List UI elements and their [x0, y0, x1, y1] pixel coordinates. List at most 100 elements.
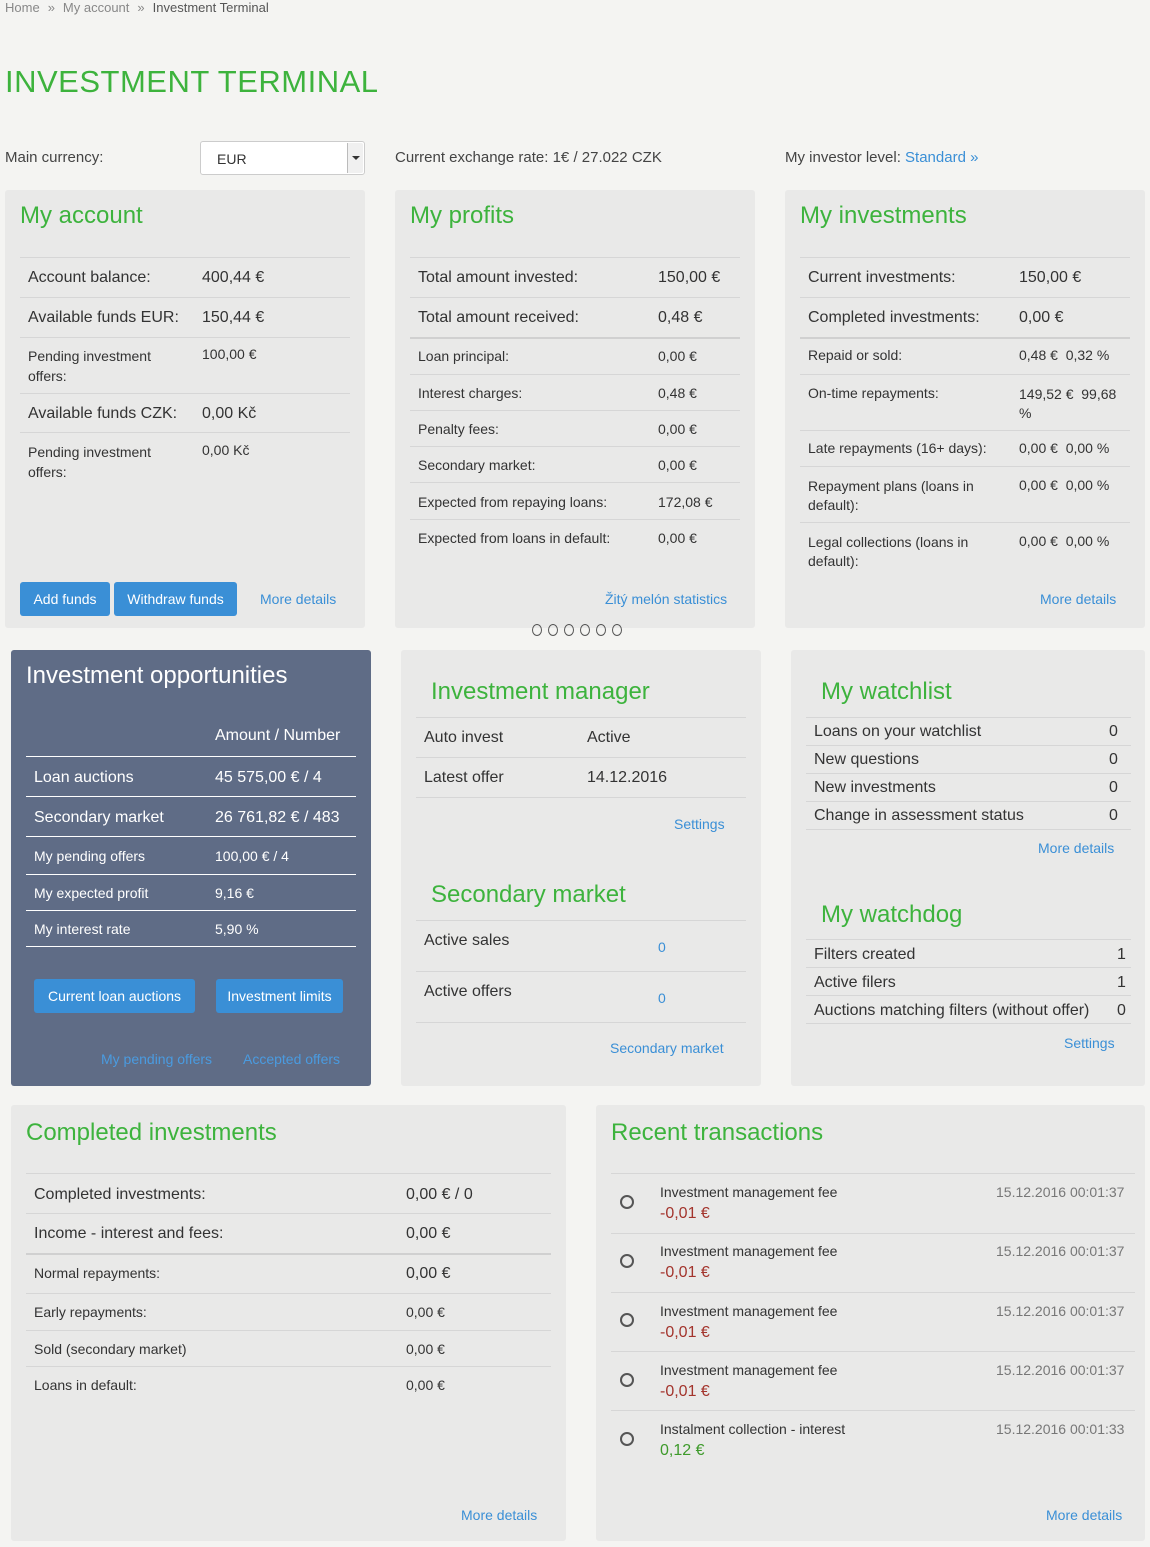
loan-principal-value: 0,00 €: [658, 348, 697, 364]
active-sales-label: Active sales: [424, 932, 510, 949]
my-investments-panel: My investments Current investments: 150,…: [785, 190, 1145, 628]
penalty-fees-value: 0,00 €: [658, 421, 697, 437]
completed-more-details[interactable]: More details: [461, 1507, 537, 1523]
accepted-offers-link[interactable]: Accepted offers: [243, 1051, 340, 1067]
repayment-plans-value: 0,00 € 0,00 %: [1019, 477, 1110, 493]
statistics-link[interactable]: Žitý melón statistics: [605, 591, 727, 607]
filters-created-label: Filters created: [814, 946, 916, 963]
transaction-date: 15.12.2016 00:01:37: [996, 1243, 1125, 1259]
transaction-date: 15.12.2016 00:01:33: [996, 1421, 1125, 1437]
my-profits-panel: My profits Total amount invested: 150,00…: [395, 190, 755, 628]
current-investments-value: 150,00 €: [1019, 269, 1082, 286]
new-investments-value: 0: [1109, 779, 1118, 796]
transaction-date: 15.12.2016 00:01:37: [996, 1362, 1125, 1378]
investment-manager-title: Investment manager: [431, 678, 650, 705]
pending-offers-eur-value: 100,00 €: [202, 346, 257, 362]
chevron-down-icon[interactable]: [347, 143, 363, 173]
transaction-amount: 0,12 €: [660, 1442, 705, 1459]
breadcrumb-my-account[interactable]: My account: [63, 0, 129, 15]
late-repayments-value: 0,00 € 0,00 %: [1019, 440, 1110, 456]
main-currency-value: EUR: [217, 151, 247, 167]
dot-icon[interactable]: [580, 624, 590, 636]
transaction-name: Investment management fee: [660, 1303, 838, 1319]
completed-investments-value: 0,00 €: [1019, 309, 1064, 326]
latest-offer-value: 14.12.2016: [587, 769, 668, 786]
my-account-title: My account: [20, 202, 143, 229]
current-loan-auctions-button[interactable]: Current loan auctions: [34, 979, 195, 1013]
completed-count-label: Completed investments:: [34, 1186, 206, 1203]
dot-icon[interactable]: [612, 624, 622, 636]
breadcrumb-home[interactable]: Home: [5, 0, 40, 15]
loan-principal-label: Loan principal:: [418, 348, 510, 364]
latest-offer-label: Latest offer: [424, 769, 504, 786]
available-czk-label: Available funds CZK:: [28, 405, 178, 422]
watchdog-settings[interactable]: Settings: [1064, 1035, 1115, 1051]
transaction-name: Investment management fee: [660, 1362, 838, 1378]
opportunities-title: Investment opportunities: [26, 662, 288, 689]
withdraw-funds-button[interactable]: Withdraw funds: [114, 582, 237, 616]
filters-created-value: 1: [1117, 946, 1126, 963]
early-repayments-label: Early repayments:: [34, 1304, 147, 1320]
early-repayments-value: 0,00 €: [406, 1304, 445, 1320]
loan-auctions-value: 45 575,00 € / 4: [215, 769, 322, 786]
active-sales-value[interactable]: 0: [658, 939, 666, 955]
my-account-panel: My account Account balance: 400,44 € Ava…: [5, 190, 365, 628]
auto-invest-value: Active: [587, 729, 631, 746]
total-received-value: 0,48 €: [658, 309, 703, 326]
completed-investments-title: Completed investments: [26, 1119, 277, 1146]
investor-level-label: My investor level:: [785, 149, 901, 166]
normal-repayments-label: Normal repayments:: [34, 1265, 161, 1281]
secondary-market-link[interactable]: Secondary market: [610, 1040, 724, 1056]
loan-auctions-label: Loan auctions: [34, 769, 134, 786]
watchdog-title: My watchdog: [821, 901, 963, 928]
dot-icon[interactable]: [564, 624, 574, 636]
active-offers-value[interactable]: 0: [658, 990, 666, 1006]
main-currency-label: Main currency:: [5, 149, 104, 166]
page-title: INVESTMENT TERMINAL: [5, 64, 379, 99]
repaid-sold-value: 0,48 € 0,32 %: [1019, 347, 1110, 363]
dot-icon[interactable]: [548, 624, 558, 636]
my-profits-title: My profits: [410, 202, 515, 229]
add-funds-button[interactable]: Add funds: [20, 582, 110, 616]
investment-limits-button[interactable]: Investment limits: [216, 979, 343, 1013]
my-pending-offers-link[interactable]: My pending offers: [101, 1051, 212, 1067]
normal-repayments-value: 0,00 €: [406, 1265, 451, 1282]
main-currency-select[interactable]: EUR: [200, 141, 365, 175]
late-repayments-label: Late repayments (16+ days):: [808, 440, 987, 456]
available-eur-value: 150,44 €: [202, 309, 265, 326]
assessment-change-value: 0: [1109, 807, 1118, 824]
expected-default-value: 0,00 €: [658, 530, 697, 546]
secondary-market-profit-label: Secondary market:: [418, 457, 536, 473]
transaction-status-icon: [620, 1254, 634, 1268]
investor-level-link[interactable]: Standard »: [905, 149, 978, 166]
new-questions-label: New questions: [814, 751, 919, 768]
pending-offers-czk-label: Pending investment offers:: [28, 444, 151, 480]
available-czk-value: 0,00 Kč: [202, 405, 257, 422]
transaction-amount: -0,01 €: [660, 1324, 710, 1341]
investment-manager-panel: Investment manager Auto invest Active La…: [401, 650, 761, 1086]
auto-invest-label: Auto invest: [424, 729, 504, 746]
new-investments-label: New investments: [814, 779, 936, 796]
available-eur-label: Available funds EUR:: [28, 309, 179, 326]
watchlist-more-details[interactable]: More details: [1038, 840, 1114, 856]
secondary-market-value: 26 761,82 € / 483: [215, 809, 340, 826]
transaction-status-icon: [620, 1432, 634, 1446]
amount-number-header: Amount / Number: [215, 727, 341, 744]
dot-icon[interactable]: [596, 624, 606, 636]
transactions-more-details[interactable]: More details: [1046, 1507, 1122, 1523]
my-investments-more-details[interactable]: More details: [1040, 591, 1116, 607]
dot-icon[interactable]: [532, 624, 542, 636]
breadcrumb-current: Investment Terminal: [152, 0, 269, 15]
interest-rate-value: 5,90 %: [215, 921, 259, 937]
carousel-dots[interactable]: [532, 623, 628, 639]
watchlist-loans-value: 0: [1109, 723, 1118, 740]
transaction-amount: -0,01 €: [660, 1205, 710, 1222]
my-account-more-details[interactable]: More details: [260, 591, 336, 607]
exchange-rate: Current exchange rate: 1€ / 27.022 CZK: [395, 149, 662, 166]
recent-transactions-panel: Recent transactions Investment managemen…: [596, 1105, 1145, 1541]
transaction-status-icon: [620, 1313, 634, 1327]
legal-collections-label: Legal collections (loans in default):: [808, 534, 969, 569]
expected-repaying-label: Expected from repaying loans:: [418, 494, 608, 510]
investment-manager-settings[interactable]: Settings: [674, 816, 725, 832]
secondary-market-label: Secondary market: [34, 809, 164, 826]
